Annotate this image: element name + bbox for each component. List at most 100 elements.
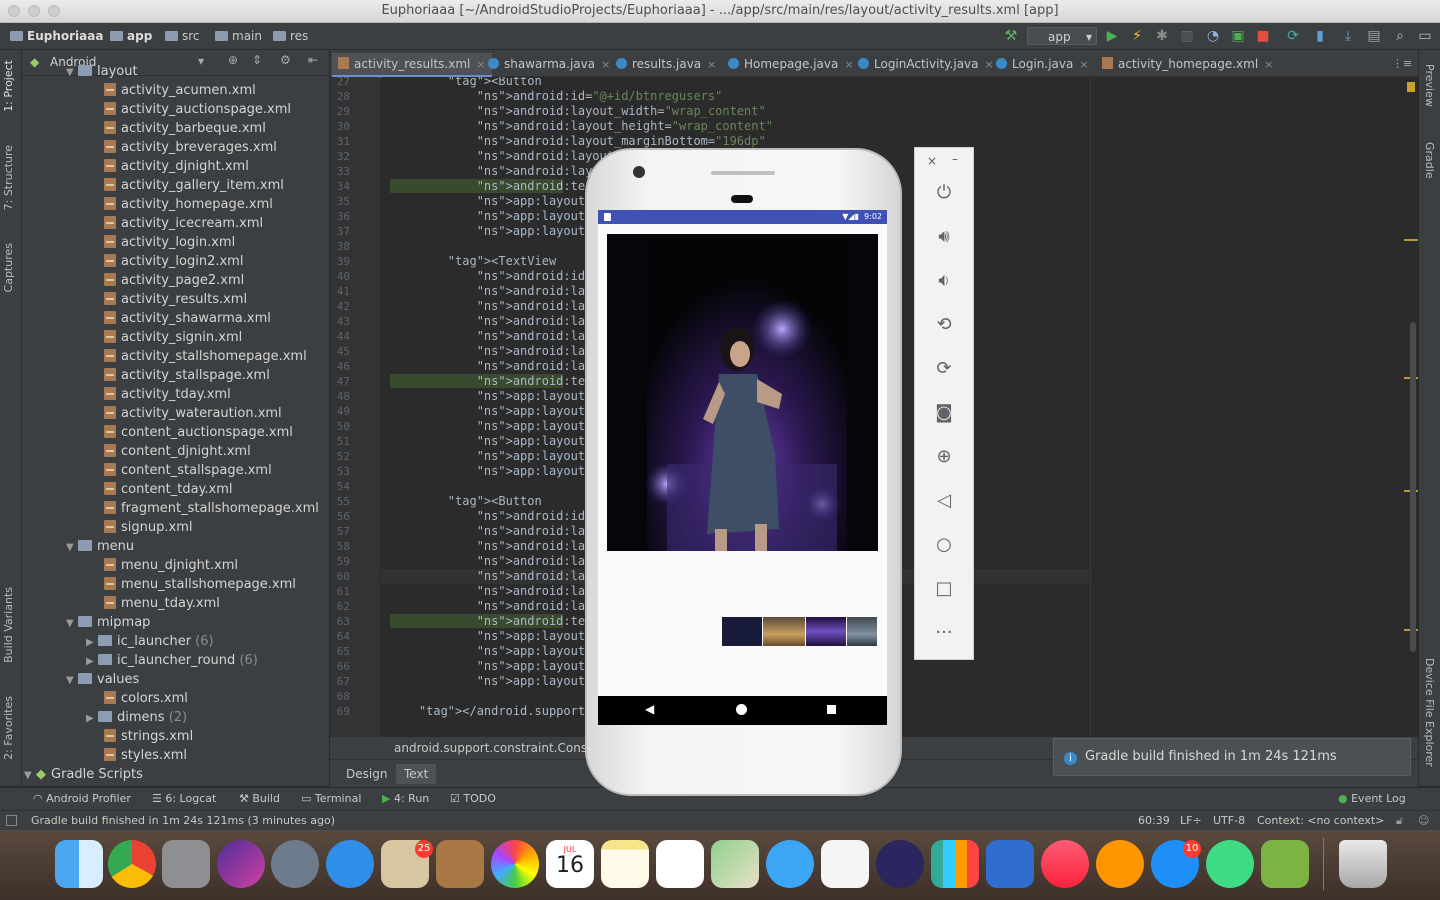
tree-item-layout-file[interactable]: activity_shawarma.xml xyxy=(104,309,271,328)
tree-item-values[interactable]: strings.xml xyxy=(104,727,193,746)
breadcrumb-project[interactable]: Euphoriaaa xyxy=(10,28,103,44)
tree-item-layout-file[interactable]: content_djnight.xml xyxy=(104,442,251,461)
chrome-icon[interactable] xyxy=(108,840,156,888)
maps-icon[interactable] xyxy=(711,840,759,888)
ibooks-icon[interactable] xyxy=(1096,840,1144,888)
reminders-icon[interactable] xyxy=(656,840,704,888)
close-tab-icon[interactable]: × xyxy=(1079,58,1088,71)
genymotion-icon[interactable] xyxy=(1261,840,1309,888)
launchpad-icon[interactable] xyxy=(271,840,319,888)
thumbnail-2[interactable] xyxy=(763,617,805,646)
tab-list-icon[interactable]: ⋮≡ xyxy=(1392,57,1412,70)
sdk-manager-icon[interactable]: ⤓ xyxy=(1340,28,1356,44)
system-preferences-icon[interactable] xyxy=(162,840,210,888)
finder-icon[interactable] xyxy=(55,840,103,888)
tree-item-layout-file[interactable]: activity_breverages.xml xyxy=(104,138,277,157)
tree-item-layout-file[interactable]: fragment_stallshomepage.xml xyxy=(104,499,319,518)
volume-up-icon[interactable]: 🔊︎ xyxy=(915,226,973,247)
breadcrumb-main[interactable]: main xyxy=(215,28,262,44)
tree-item-layout-file[interactable]: content_auctionspage.xml xyxy=(104,423,293,442)
rotate-left-icon[interactable]: ⟲ xyxy=(915,314,973,335)
tree-folder-mipmap[interactable]: ▼ mipmap xyxy=(66,613,150,632)
minimize-window-button[interactable] xyxy=(28,5,40,17)
rotate-right-icon[interactable]: ⟳ xyxy=(915,358,973,379)
close-tab-icon[interactable]: × xyxy=(985,58,994,71)
tree-item-layout-file[interactable]: activity_results.xml xyxy=(104,290,247,309)
profiler-icon[interactable]: ◔ xyxy=(1205,28,1221,44)
numbers-icon[interactable] xyxy=(931,840,979,888)
volume-down-icon[interactable]: 🔉︎ xyxy=(915,270,973,291)
tree-item-layout-file[interactable]: activity_stallspage.xml xyxy=(104,366,270,385)
tree-item-layout-file[interactable]: signup.xml xyxy=(104,518,192,537)
warning-marker[interactable] xyxy=(1407,82,1415,92)
stop-icon[interactable]: ■ xyxy=(1255,28,1271,44)
minimize-icon[interactable]: – xyxy=(952,152,958,166)
tool-logcat[interactable]: ☰ 6: Logcat xyxy=(152,791,216,807)
notification-balloon[interactable]: i Gradle build finished in 1m 24s 121ms xyxy=(1053,738,1411,776)
close-tab-icon[interactable]: × xyxy=(601,58,610,71)
contacts-icon[interactable] xyxy=(436,840,484,888)
siri-icon[interactable] xyxy=(217,840,265,888)
android-studio-icon[interactable] xyxy=(1206,840,1254,888)
tree-item-layout-file[interactable]: activity_tday.xml xyxy=(104,385,231,404)
tool-run[interactable]: ▶ 4: Run xyxy=(382,791,429,807)
editor-tab[interactable]: activity_results.xml × xyxy=(332,53,492,78)
trash-icon[interactable] xyxy=(1339,840,1387,888)
tab-design[interactable]: Design xyxy=(338,764,395,784)
file-encoding[interactable]: UTF-8 xyxy=(1213,811,1245,831)
context-info[interactable]: Context: <no context> xyxy=(1257,811,1384,831)
apply-changes-icon[interactable]: ⚡ xyxy=(1129,28,1145,44)
editor-tab[interactable]: LoginActivity.java × xyxy=(858,53,994,75)
lock-icon[interactable]: 🔓︎ xyxy=(1396,811,1403,831)
tree-item-layout-file[interactable]: activity_wateraution.xml xyxy=(104,404,282,423)
itunes-icon[interactable] xyxy=(1041,840,1089,888)
tree-folder-menu[interactable]: ▼ menu xyxy=(66,537,134,556)
tool-tab-gradle[interactable]: Gradle xyxy=(1423,142,1436,179)
code-line[interactable]: "tag"><Button xyxy=(390,77,542,89)
editor-tab[interactable]: Login.java × xyxy=(996,53,1089,75)
device-manager-icon[interactable]: ▣ xyxy=(1230,28,1246,44)
thumbnail-1[interactable] xyxy=(722,617,762,646)
gear-icon[interactable]: ⚙ xyxy=(280,53,291,67)
photos-icon[interactable] xyxy=(491,840,539,888)
target-icon[interactable]: ⊕ xyxy=(228,53,238,67)
breadcrumb-res[interactable]: res xyxy=(273,28,308,44)
keynote-icon[interactable] xyxy=(986,840,1034,888)
camera-icon[interactable]: ◙ xyxy=(915,402,973,423)
back-icon[interactable]: ◁ xyxy=(915,490,973,511)
inspector-icon[interactable]: ☺ xyxy=(1418,811,1429,831)
tool-todo[interactable]: ☑ TODO xyxy=(450,791,496,807)
search-icon[interactable]: ⌕ xyxy=(1392,28,1408,44)
breadcrumb-app[interactable]: app xyxy=(110,28,152,44)
tree-item-values[interactable]: ▶ dimens (2) xyxy=(86,708,187,727)
tool-event-log[interactable]: ● Event Log xyxy=(1338,791,1406,807)
collapse-icon[interactable]: ⇕ xyxy=(252,53,262,67)
tree-item-layout-file[interactable]: activity_login2.xml xyxy=(104,252,243,271)
code-line[interactable]: "ns">android:layout_width="wrap_content" xyxy=(390,104,766,119)
hammer-icon[interactable]: ⚒ xyxy=(1003,28,1019,44)
code-line[interactable]: "tag"><Button xyxy=(390,494,542,509)
tool-tab-preview[interactable]: Preview xyxy=(1423,64,1436,107)
eclipse-icon[interactable] xyxy=(876,840,924,888)
code-line[interactable]: "tag"><TextView xyxy=(390,254,556,269)
tool-tab-device-file-explorer[interactable]: Device File Explorer xyxy=(1423,658,1436,767)
layout-inspector-icon[interactable]: ▤ xyxy=(1366,28,1382,44)
tree-item-layout-file[interactable]: activity_homepage.xml xyxy=(104,195,273,214)
notes-icon[interactable] xyxy=(601,840,649,888)
tree-item-values[interactable]: styles.xml xyxy=(104,746,187,765)
messages-icon[interactable] xyxy=(766,840,814,888)
tree-item-menu-file[interactable]: menu_stallshomepage.xml xyxy=(104,575,296,594)
pages-icon[interactable] xyxy=(821,840,869,888)
debug-icon[interactable]: ✱ xyxy=(1154,28,1170,44)
zoom-icon[interactable]: ⊕ xyxy=(915,446,973,467)
tree-folder-layout[interactable]: ▼ layout xyxy=(66,62,138,81)
tree-item-mipmap[interactable]: ▶ ic_launcher_round (6) xyxy=(86,651,258,670)
caret-position[interactable]: 60:39 xyxy=(1138,811,1170,831)
tree-item-layout-file[interactable]: activity_signin.xml xyxy=(104,328,242,347)
run-icon[interactable]: ▶ xyxy=(1104,28,1120,44)
tree-item-layout-file[interactable]: activity_stallshomepage.xml xyxy=(104,347,307,366)
tree-item-menu-file[interactable]: menu_djnight.xml xyxy=(104,556,238,575)
tree-item-layout-file[interactable]: activity_icecream.xml xyxy=(104,214,263,233)
calendar-icon[interactable]: JUL 16 xyxy=(546,840,594,888)
tree-item-layout-file[interactable]: activity_login.xml xyxy=(104,233,235,252)
